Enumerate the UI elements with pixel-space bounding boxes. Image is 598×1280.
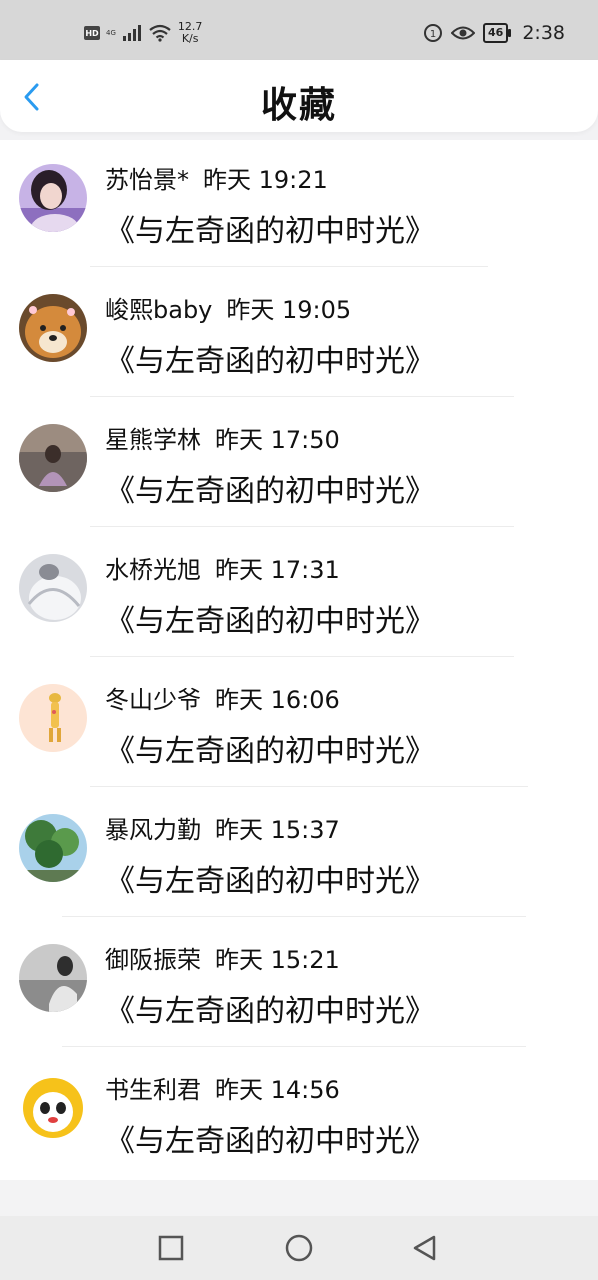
book-title[interactable]: 《与左奇函的初中时光》 — [105, 986, 435, 1030]
recents-button[interactable] — [155, 1232, 187, 1264]
favorite-item[interactable]: 冬山少爷 昨天 16:06 《与左奇函的初中时光》 — [0, 660, 598, 790]
favorite-item[interactable]: 峻熙baby 昨天 19:05 《与左奇函的初中时光》 — [0, 270, 598, 400]
network-speed: 12.7 K/s — [178, 21, 203, 45]
nav-back-button[interactable] — [409, 1232, 441, 1264]
favorite-time: 昨天 16:06 — [215, 686, 340, 714]
favorite-meta: 御阪振荣 昨天 15:21 — [105, 940, 340, 975]
signal-icon — [122, 25, 141, 41]
wifi-icon — [149, 24, 171, 42]
favorite-time: 昨天 17:31 — [215, 556, 340, 584]
favorite-meta: 苏怡景* 昨天 19:21 — [105, 160, 328, 195]
favorite-meta: 书生利君 昨天 14:56 — [105, 1070, 340, 1105]
hd-icon: HD — [84, 26, 100, 40]
triangle-back-icon — [413, 1235, 436, 1261]
book-title[interactable]: 《与左奇函的初中时光》 — [105, 466, 435, 510]
favorite-item[interactable]: 水桥光旭 昨天 17:31 《与左奇函的初中时光》 — [0, 530, 598, 660]
data-saver-icon: 1 — [424, 24, 443, 42]
status-time: 2:38 — [522, 22, 565, 44]
favorite-item[interactable]: 苏怡景* 昨天 19:21 《与左奇函的初中时光》 — [0, 140, 598, 270]
divider — [90, 526, 514, 527]
avatar[interactable] — [19, 684, 87, 752]
favorite-meta: 星熊学林 昨天 17:50 — [105, 420, 340, 455]
book-title[interactable]: 《与左奇函的初中时光》 — [105, 596, 435, 640]
favorite-meta: 冬山少爷 昨天 16:06 — [105, 680, 340, 715]
avatar[interactable] — [19, 554, 87, 622]
user-name: 御阪振荣 — [105, 946, 201, 974]
user-name: 水桥光旭 — [105, 556, 201, 584]
page-title: 收藏 — [260, 85, 337, 126]
user-name: 书生利君 — [105, 1076, 201, 1104]
status-bar: HD 4G 12.7 K/s 1 46 2:38 — [0, 0, 598, 62]
book-title[interactable]: 《与左奇函的初中时光》 — [105, 1116, 435, 1160]
divider — [62, 1046, 526, 1047]
favorite-item[interactable]: 书生利君 昨天 14:56 《与左奇函的初中时光》 — [0, 1050, 598, 1180]
favorite-time: 昨天 15:37 — [215, 816, 340, 844]
battery-indicator: 46 — [483, 23, 512, 43]
favorites-list: 苏怡景* 昨天 19:21 《与左奇函的初中时光》 峻熙baby 昨天 19:05 … — [0, 140, 598, 1180]
svg-text:1: 1 — [430, 29, 436, 40]
list-footer-area — [0, 1180, 598, 1216]
favorite-item[interactable]: 暴风力勤 昨天 15:37 《与左奇函的初中时光》 — [0, 790, 598, 920]
app-header: 收藏 — [0, 60, 598, 132]
status-left: HD 4G 12.7 K/s — [84, 16, 202, 50]
favorite-time: 昨天 19:21 — [203, 166, 328, 194]
favorite-meta: 峻熙baby 昨天 19:05 — [105, 290, 351, 325]
eye-icon — [451, 26, 476, 40]
user-name: 星熊学林 — [105, 426, 201, 454]
avatar[interactable] — [19, 944, 87, 1012]
book-title[interactable]: 《与左奇函的初中时光》 — [105, 206, 435, 250]
favorite-time: 昨天 19:05 — [226, 296, 352, 324]
user-name: 冬山少爷 — [105, 686, 201, 714]
favorite-time: 昨天 14:56 — [215, 1076, 340, 1104]
favorite-time: 昨天 17:50 — [215, 426, 340, 454]
user-name: 苏怡景* — [105, 166, 189, 194]
favorite-meta: 水桥光旭 昨天 17:31 — [105, 550, 340, 585]
divider — [62, 916, 526, 917]
divider — [90, 396, 514, 397]
user-name: 暴风力勤 — [105, 816, 201, 844]
square-recents-icon — [158, 1235, 184, 1261]
system-nav-bar — [0, 1216, 598, 1280]
avatar[interactable] — [19, 814, 87, 882]
favorite-item[interactable]: 星熊学林 昨天 17:50 《与左奇函的初中时光》 — [0, 400, 598, 530]
user-name: 峻熙baby — [105, 296, 213, 324]
avatar[interactable] — [19, 294, 87, 362]
favorite-item[interactable]: 御阪振荣 昨天 15:21 《与左奇函的初中时光》 — [0, 920, 598, 1050]
avatar[interactable] — [19, 164, 87, 232]
book-title[interactable]: 《与左奇函的初中时光》 — [105, 726, 435, 770]
speed-unit: K/s — [181, 32, 199, 45]
divider — [90, 266, 488, 267]
avatar[interactable] — [19, 1074, 87, 1142]
home-button[interactable] — [283, 1232, 315, 1264]
book-title[interactable]: 《与左奇函的初中时光》 — [105, 856, 435, 900]
favorite-time: 昨天 15:21 — [215, 946, 340, 974]
network-type: 4G — [106, 29, 116, 37]
divider — [90, 786, 528, 787]
book-title[interactable]: 《与左奇函的初中时光》 — [105, 336, 435, 380]
divider — [90, 656, 514, 657]
circle-home-icon — [285, 1234, 313, 1262]
favorite-meta: 暴风力勤 昨天 15:37 — [105, 810, 340, 845]
status-right: 1 46 2:38 — [423, 18, 565, 48]
avatar[interactable] — [19, 424, 87, 492]
